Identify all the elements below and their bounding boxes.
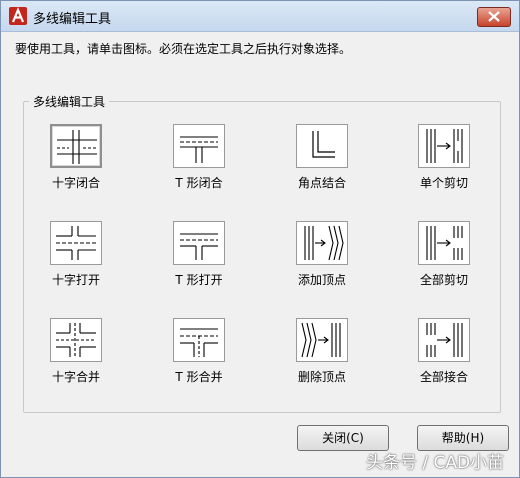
add-vertex-icon	[304, 225, 344, 261]
tool-label: 添加顶点	[297, 273, 346, 287]
tool-label: T 形合并	[175, 370, 223, 384]
open-cross-button[interactable]	[50, 221, 102, 265]
title-bar[interactable]: 多线编辑工具	[1, 1, 519, 32]
window-title: 多线编辑工具	[33, 12, 112, 27]
cut-single-button[interactable]	[418, 124, 470, 168]
tool-delete-vertex: 删除顶点	[274, 318, 374, 390]
tool-label: T 形闭合	[175, 176, 223, 190]
merged-cross-icon	[56, 323, 96, 357]
tool-label: 全部剪切	[419, 273, 468, 287]
corner-joint-button[interactable]	[296, 124, 348, 168]
tool-label: T 形打开	[175, 273, 223, 287]
corner-joint-icon	[312, 131, 335, 158]
tool-corner-joint: 角点结合	[274, 124, 374, 196]
tool-label: 全部接合	[419, 370, 468, 384]
tool-open-tee: T 形打开	[151, 221, 251, 293]
tool-closed-tee: T 形闭合	[151, 124, 251, 196]
watermark: 头条号 / CAD小苗	[366, 453, 505, 473]
tool-merged-cross: 十字合并	[28, 318, 128, 390]
delete-vertex-button[interactable]	[296, 318, 348, 362]
tool-weld-all: 全部接合	[396, 318, 496, 390]
tool-add-vertex: 添加顶点	[274, 221, 374, 293]
closed-tee-icon	[180, 136, 218, 163]
weld-all-icon	[426, 323, 463, 357]
weld-all-button[interactable]	[418, 318, 470, 362]
tool-cut-all: 全部剪切	[396, 221, 496, 293]
merged-cross-button[interactable]	[50, 318, 102, 362]
cut-all-button[interactable]	[418, 221, 470, 265]
open-cross-icon	[56, 226, 96, 260]
open-tee-button[interactable]	[173, 221, 225, 265]
tool-label: 单个剪切	[419, 176, 468, 190]
groupbox-label: 多线编辑工具	[29, 93, 110, 110]
merged-tee-icon	[180, 328, 218, 357]
cut-all-icon	[426, 226, 463, 260]
tool-label: 删除顶点	[297, 370, 346, 384]
tool-cut-single: 单个剪切	[396, 124, 496, 196]
closed-cross-icon	[57, 130, 97, 164]
add-vertex-button[interactable]	[296, 221, 348, 265]
cut-single-icon	[426, 129, 463, 163]
closed-tee-button[interactable]	[173, 124, 225, 168]
close-icon	[488, 11, 500, 22]
autocad-logo-icon	[9, 7, 27, 25]
tool-open-cross: 十字打开	[28, 221, 128, 293]
tool-label: 十字合并	[51, 370, 100, 384]
tool-closed-cross: 十字闭合	[28, 124, 128, 196]
window-close-button[interactable]	[477, 7, 511, 27]
tool-label: 十字闭合	[51, 176, 100, 190]
tool-label: 十字打开	[51, 273, 100, 287]
open-tee-icon	[180, 233, 218, 260]
tool-merged-tee: T 形合并	[151, 318, 251, 390]
tool-label: 角点结合	[297, 176, 346, 190]
closed-cross-button[interactable]	[50, 124, 102, 168]
instruction-text: 要使用工具，请单击图标。必须在选定工具之后执行对象选择。	[15, 42, 352, 56]
merged-tee-button[interactable]	[173, 318, 225, 362]
mline-edit-dialog: 多线编辑工具 要使用工具，请单击图标。必须在选定工具之后执行对象选择。 多线编辑…	[0, 0, 520, 478]
delete-vertex-icon	[301, 322, 341, 358]
